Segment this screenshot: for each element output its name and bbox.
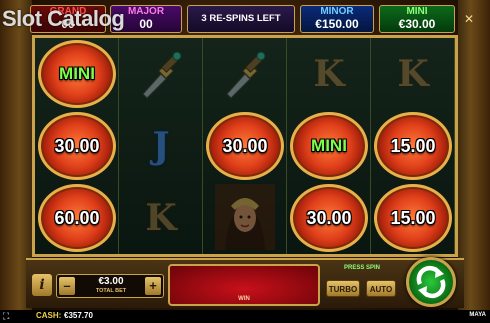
reel-cell: 30.00: [35, 110, 119, 182]
coin-value: 30.00: [54, 135, 100, 156]
coin-value: 15.00: [390, 135, 436, 156]
close-icon[interactable]: ✕: [462, 12, 476, 26]
bet-decrease-button[interactable]: –: [59, 277, 75, 295]
coin-value: 30.00: [222, 135, 268, 156]
bonus-coin: 15.00: [374, 184, 452, 252]
total-bet-value: €3.00: [98, 276, 124, 287]
reel-4: K MINI 30.00: [287, 38, 371, 254]
cash-label: CASH:: [36, 311, 62, 320]
total-bet-label: TOTAL BET: [95, 288, 127, 294]
press-spin-hint: PRESS SPIN: [344, 265, 381, 271]
symbol-k: K: [145, 197, 177, 239]
info-button[interactable]: i: [32, 274, 52, 296]
symbol-j: J: [152, 125, 170, 167]
coin-value: MINI: [59, 64, 95, 83]
jackpot-minor: MINOR €150.00: [300, 5, 374, 33]
reel-cell: K: [287, 38, 371, 110]
bet-selector: – €3.00 TOTAL BET +: [56, 274, 164, 298]
jackpot-mini-value: €30.00: [398, 17, 436, 31]
auto-button[interactable]: AUTO: [366, 280, 396, 297]
win-display: WIN: [168, 264, 320, 306]
fullscreen-icon[interactable]: ⛶: [3, 311, 9, 322]
bonus-coin: 60.00: [38, 184, 116, 252]
bonus-coin: 15.00: [374, 112, 452, 180]
reel-frame: MINI 30.00 60.00 J K 30.00 K MINI 30.00 K 15.00 15.…: [32, 35, 458, 257]
jackpot-mini: MINI €30.00: [379, 5, 455, 33]
symbol-k: K: [397, 53, 429, 95]
coin-value: 60.00: [54, 207, 100, 228]
coin-value: MINI: [311, 136, 347, 155]
cash-value: €357.70: [64, 311, 93, 320]
coin-value: 30.00: [306, 207, 352, 228]
turbo-button[interactable]: TURBO: [326, 280, 360, 297]
reel-cell: K: [119, 182, 203, 254]
bonus-coin: MINI: [290, 112, 368, 180]
reel-cell: MINI: [287, 110, 371, 182]
bet-increase-button[interactable]: +: [145, 277, 161, 295]
reel-cell: [203, 38, 287, 110]
reel-cell: 15.00: [371, 110, 455, 182]
reel-cell: 15.00: [371, 182, 455, 254]
game-stage: GRAND 00 MAJOR 00 3 RE-SPINS LEFT MINOR …: [0, 0, 490, 323]
watermark: Slot Catalog: [2, 6, 125, 31]
win-label: WIN: [238, 296, 250, 302]
reel-3: 30.00: [203, 38, 287, 254]
reel-cell: [119, 38, 203, 110]
reel-1: MINI 30.00 60.00: [35, 38, 119, 254]
reel-cell: MINI: [35, 38, 119, 110]
footer-bar: ⛶ CASH: €357.70 MAYA: [0, 310, 490, 323]
reel-cell: 30.00: [287, 182, 371, 254]
spin-arrows-icon: [416, 265, 446, 299]
bonus-coin: 30.00: [290, 184, 368, 252]
reel-cell: 30.00: [203, 110, 287, 182]
respins-counter: 3 RE-SPINS LEFT: [187, 5, 295, 33]
bonus-coin: 30.00: [38, 112, 116, 180]
reel-cell: 60.00: [35, 182, 119, 254]
dagger-icon: [142, 51, 182, 99]
dagger-icon: [226, 51, 266, 99]
control-bar: i – €3.00 TOTAL BET + WIN PRESS SPIN TUR…: [26, 257, 464, 308]
jackpot-minor-value: €150.00: [315, 17, 359, 31]
game-name: MAYA: [469, 312, 486, 318]
jackpot-mini-label: MINI: [406, 6, 428, 17]
reel-cell: J: [119, 110, 203, 182]
jackpot-minor-label: MINOR: [320, 6, 354, 17]
spin-button[interactable]: [406, 257, 456, 307]
symbol-k: K: [313, 53, 345, 95]
bonus-coin: MINI: [38, 40, 116, 108]
reel-2: JK: [119, 38, 203, 254]
reel-5: K 15.00 15.00: [371, 38, 455, 254]
queen-portrait-icon: [215, 184, 275, 250]
coin-value: 15.00: [390, 207, 436, 228]
reel-cell: [203, 182, 287, 254]
bonus-coin: 30.00: [206, 112, 284, 180]
reel-cell: K: [371, 38, 455, 110]
